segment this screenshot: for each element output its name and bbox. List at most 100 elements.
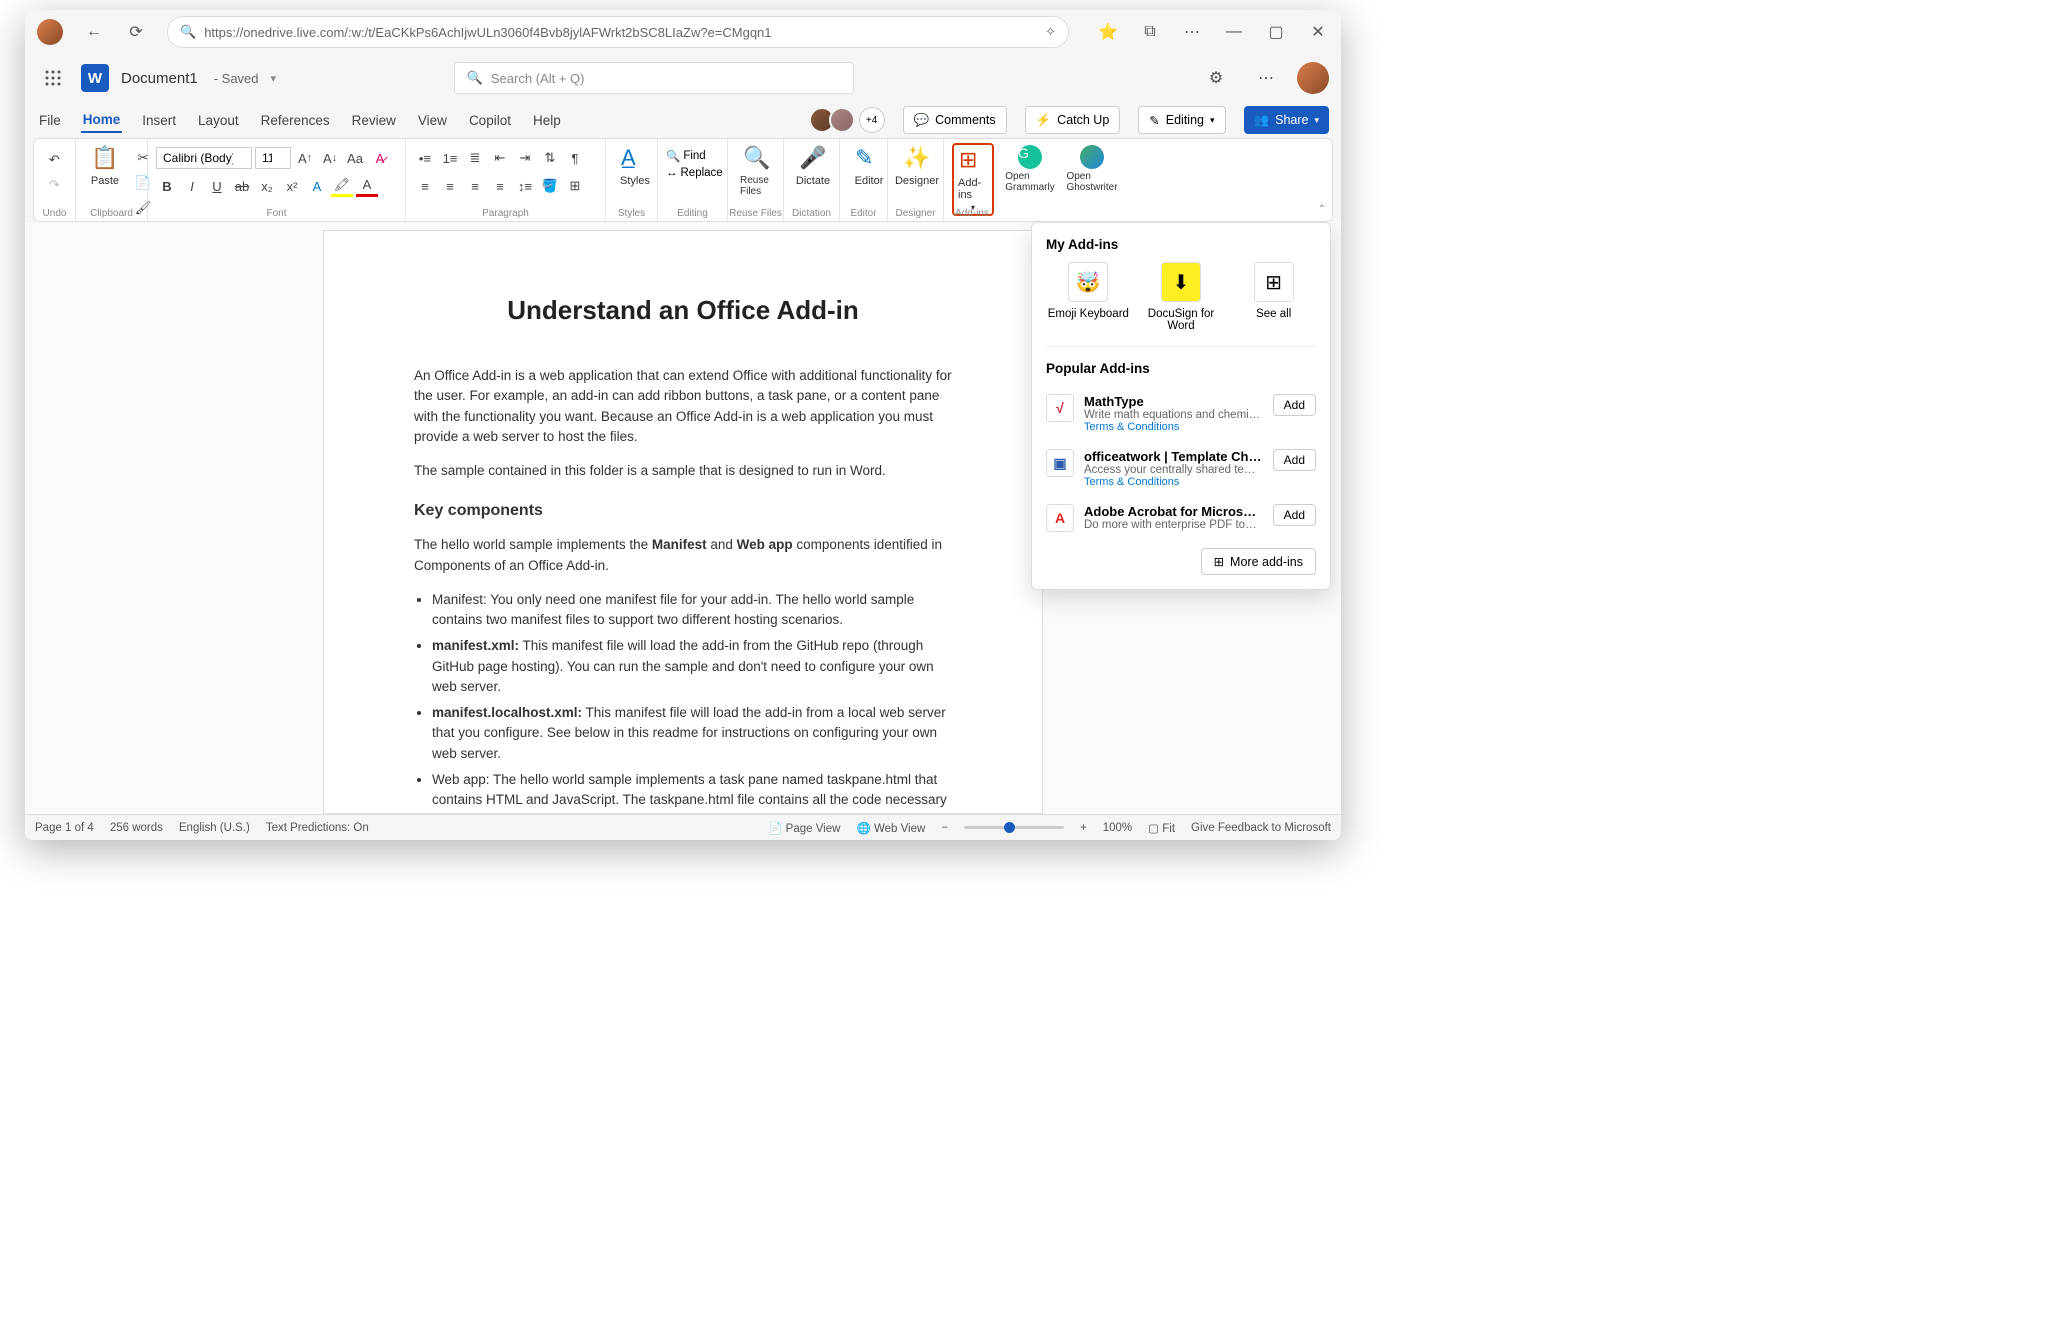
chevron-down-icon[interactable]: ▾ (271, 72, 277, 85)
styles-button[interactable]: A̲ Styles (614, 143, 656, 189)
tab-file[interactable]: File (37, 109, 63, 132)
decrease-font-button[interactable]: A↓ (319, 147, 341, 169)
share-button[interactable]: 👥Share▾ (1244, 106, 1329, 134)
font-color-button[interactable]: A (356, 175, 378, 197)
presence-avatars[interactable]: +4 (815, 107, 885, 133)
change-case-button[interactable]: Aa (344, 147, 366, 169)
refresh-button[interactable]: ⟳ (117, 13, 155, 51)
document-title[interactable]: Document1 (121, 70, 198, 87)
addin-tile-docusign[interactable]: ⬇ DocuSign for Word (1139, 262, 1224, 332)
browser-menu-icon[interactable]: ⋯ (1173, 13, 1211, 51)
maximize-button[interactable]: ▢ (1257, 13, 1295, 51)
font-name-select[interactable] (156, 147, 252, 169)
ghostwriter-button[interactable]: Open Ghostwriter (1068, 143, 1116, 195)
zoom-level[interactable]: 100% (1103, 822, 1132, 834)
shading-button[interactable]: 🪣 (539, 175, 561, 197)
borders-button[interactable]: ⊞ (564, 175, 586, 197)
font-size-select[interactable] (255, 147, 291, 169)
collections-icon[interactable]: ⧉ (1131, 13, 1169, 51)
editing-mode-button[interactable]: ✎Editing▾ (1138, 106, 1225, 134)
zoom-out-button[interactable]: − (941, 822, 948, 834)
tab-copilot[interactable]: Copilot (467, 109, 513, 132)
comments-button[interactable]: 💬Comments (903, 106, 1007, 134)
editor-button[interactable]: ✎ Editor (848, 143, 890, 189)
underline-button[interactable]: U (206, 175, 228, 197)
addins-button[interactable]: ⊞ Add-ins ▾ (952, 143, 994, 216)
page-view-button[interactable]: 📄 Page View (768, 821, 840, 835)
browser-profile-avatar[interactable] (37, 19, 63, 45)
more-addins-button[interactable]: ⊞More add-ins (1201, 548, 1316, 575)
addin-tile-seeall[interactable]: ⊞ See all (1231, 262, 1316, 332)
increase-indent-button[interactable]: ⇥ (514, 147, 536, 169)
app-launcher-icon[interactable] (37, 62, 69, 94)
reading-mode-icon[interactable]: ✧ (1045, 24, 1056, 40)
feedback-link[interactable]: Give Feedback to Microsoft (1191, 822, 1331, 834)
predictions-status[interactable]: Text Predictions: On (266, 822, 369, 834)
reuse-files-button[interactable]: 🔍 Reuse Files (736, 143, 778, 199)
grammarly-button[interactable]: G Open Grammarly (1008, 143, 1052, 195)
tab-help[interactable]: Help (531, 109, 563, 132)
add-addin-button[interactable]: Add (1273, 394, 1316, 416)
bold-button[interactable]: B (156, 175, 178, 197)
tab-layout[interactable]: Layout (196, 109, 241, 132)
increase-font-button[interactable]: A↑ (294, 147, 316, 169)
back-button[interactable]: ← (75, 13, 113, 51)
align-center-button[interactable]: ≡ (439, 175, 461, 197)
group-addins-label: Add-ins (944, 208, 1000, 219)
collapse-ribbon-icon[interactable]: ⌃ (1318, 204, 1326, 215)
multilevel-button[interactable]: ≣ (464, 147, 486, 169)
redo-button[interactable]: ↷ (44, 174, 66, 196)
strikethrough-button[interactable]: ab (231, 175, 253, 197)
addin-tile-emoji[interactable]: 🤯 Emoji Keyboard (1046, 262, 1131, 332)
designer-button[interactable]: ✨ Designer (896, 143, 938, 189)
catchup-button[interactable]: ⚡Catch Up (1025, 106, 1121, 134)
zoom-slider[interactable] (964, 826, 1064, 829)
account-avatar[interactable] (1297, 62, 1329, 94)
tab-review[interactable]: Review (350, 109, 398, 132)
addin-terms-link[interactable]: Terms & Conditions (1084, 476, 1263, 488)
numbering-button[interactable]: 1≡ (439, 147, 461, 169)
settings-icon[interactable]: ⚙ (1197, 59, 1235, 97)
web-view-button[interactable]: 🌐 Web View (856, 821, 925, 835)
search-input[interactable]: 🔍 Search (Alt + Q) (454, 62, 854, 94)
bullets-button[interactable]: •≡ (414, 147, 436, 169)
undo-button[interactable]: ↶ (44, 149, 66, 171)
italic-button[interactable]: I (181, 175, 203, 197)
tab-view[interactable]: View (416, 109, 449, 132)
document-page[interactable]: Understand an Office Add-in An Office Ad… (323, 230, 1043, 814)
presence-more[interactable]: +4 (859, 107, 885, 133)
close-button[interactable]: ✕ (1299, 13, 1337, 51)
superscript-button[interactable]: x² (281, 175, 303, 197)
word-count[interactable]: 256 words (110, 822, 163, 834)
justify-button[interactable]: ≡ (489, 175, 511, 197)
minimize-button[interactable]: — (1215, 13, 1253, 51)
paste-button[interactable]: 📋 Paste (84, 143, 126, 189)
zoom-in-button[interactable]: + (1080, 822, 1087, 834)
address-bar[interactable]: 🔍 https://onedrive.live.com/:w:/t/EaCKkP… (167, 16, 1069, 48)
align-right-button[interactable]: ≡ (464, 175, 486, 197)
tab-insert[interactable]: Insert (140, 109, 178, 132)
more-icon[interactable]: ⋯ (1247, 59, 1285, 97)
decrease-indent-button[interactable]: ⇤ (489, 147, 511, 169)
clear-format-button[interactable]: A̷ (369, 147, 391, 169)
add-addin-button[interactable]: Add (1273, 449, 1316, 471)
save-status[interactable]: - Saved (214, 71, 259, 86)
addin-terms-link[interactable]: Terms & Conditions (1084, 421, 1263, 433)
language-status[interactable]: English (U.S.) (179, 822, 250, 834)
replace-button[interactable]: ↔Replace (666, 167, 719, 179)
highlight-button[interactable]: 🖍 (331, 175, 353, 197)
fit-button[interactable]: ▢ Fit (1148, 821, 1175, 835)
page-count[interactable]: Page 1 of 4 (35, 822, 94, 834)
text-effects-button[interactable]: A (306, 175, 328, 197)
sort-button[interactable]: ⇅ (539, 147, 561, 169)
align-left-button[interactable]: ≡ (414, 175, 436, 197)
tab-references[interactable]: References (259, 109, 332, 132)
favorites-icon[interactable]: ⭐ (1089, 13, 1127, 51)
show-marks-button[interactable]: ¶ (564, 147, 586, 169)
find-button[interactable]: 🔍Find (666, 149, 719, 163)
tab-home[interactable]: Home (81, 108, 123, 133)
add-addin-button[interactable]: Add (1273, 504, 1316, 526)
dictate-button[interactable]: 🎤 Dictate (792, 143, 834, 189)
line-spacing-button[interactable]: ↕≡ (514, 175, 536, 197)
subscript-button[interactable]: x₂ (256, 175, 278, 197)
